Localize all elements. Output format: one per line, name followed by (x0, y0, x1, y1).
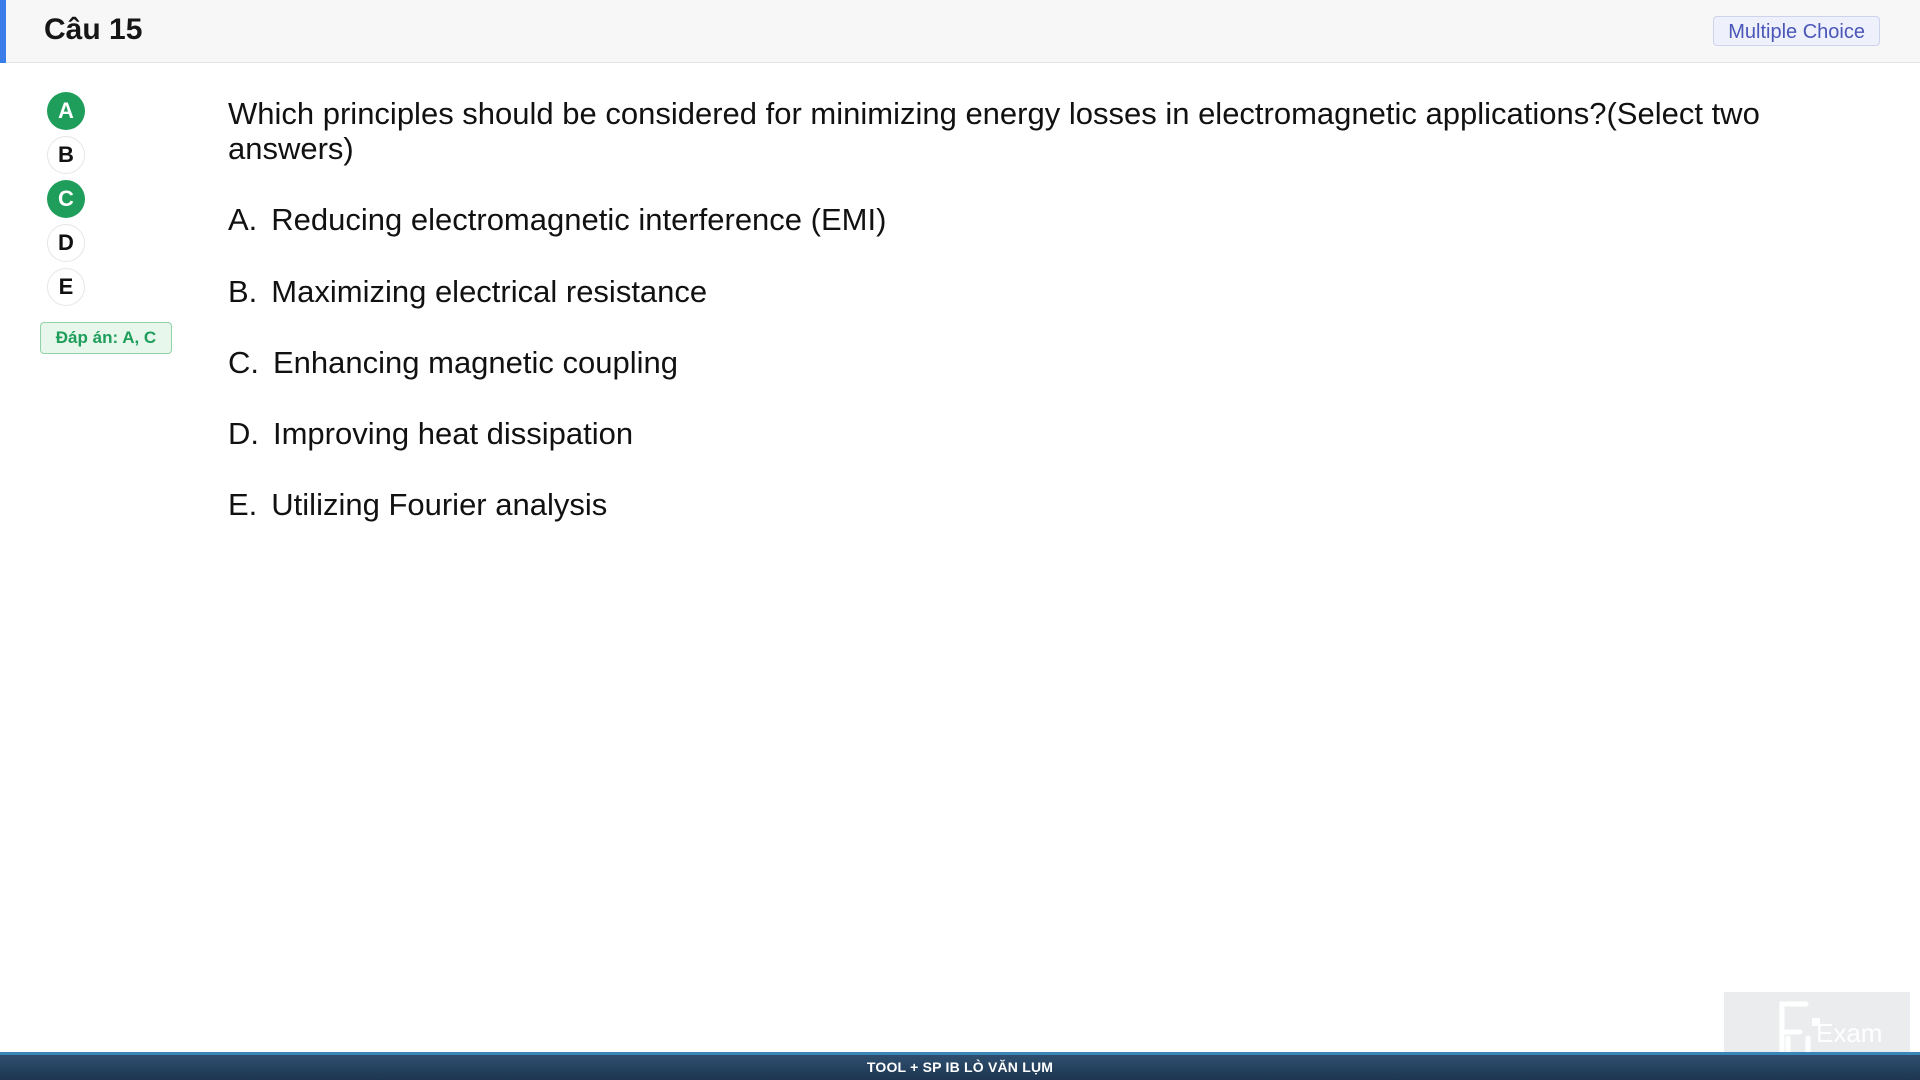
choice-text: Reducing electromagnetic interference (E… (271, 202, 887, 237)
choice-e[interactable]: E. Utilizing Fourier analysis (228, 487, 607, 523)
question-header: Câu 15 Multiple Choice (0, 0, 1920, 63)
choice-text: Maximizing electrical resistance (271, 274, 708, 309)
header-accent-bar (0, 0, 6, 63)
choice-text: Utilizing Fourier analysis (271, 487, 608, 522)
answer-key-badge: Đáp án: A, C (40, 322, 172, 354)
choice-d[interactable]: D. Improving heat dissipation (228, 416, 633, 452)
choice-letter: A. (228, 202, 258, 237)
answer-indicator-a[interactable]: A (47, 92, 85, 130)
choice-letter: D. (228, 416, 259, 451)
choice-text: Enhancing magnetic coupling (273, 345, 678, 380)
choice-letter: C. (228, 345, 259, 380)
logo-label: Exam (1816, 1018, 1882, 1048)
exam-page: Câu 15 Multiple Choice A B C D E Đáp án:… (0, 0, 1920, 1080)
footer-credit: TOOL + SP IB LÒ VĂN LỤM (866, 1059, 1054, 1075)
answer-indicator-d[interactable]: D (47, 224, 85, 262)
choice-letter: E. (228, 487, 258, 522)
answer-indicator-b[interactable]: B (47, 136, 85, 174)
choice-a[interactable]: A. Reducing electromagnetic interference … (228, 202, 886, 238)
question-number: Câu 15 (44, 13, 143, 46)
question-type-badge: Multiple Choice (1713, 16, 1880, 46)
answer-indicator-c[interactable]: C (47, 180, 85, 218)
footer-bar: TOOL + SP IB LÒ VĂN LỤM (0, 1052, 1920, 1080)
choice-b[interactable]: B. Maximizing electrical resistance (228, 274, 707, 310)
choice-c[interactable]: C. Enhancing magnetic coupling (228, 345, 678, 381)
choice-text: Improving heat dissipation (273, 416, 634, 451)
question-text: Which principles should be considered fo… (228, 96, 1760, 166)
choice-letter: B. (228, 274, 258, 309)
answer-indicator-e[interactable]: E (47, 268, 85, 306)
